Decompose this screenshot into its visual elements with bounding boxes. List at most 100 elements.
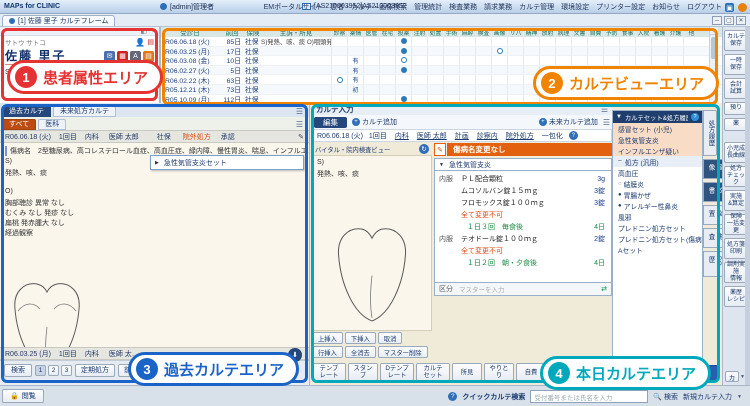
menu-item-環境設定[interactable]: 環境設定 <box>561 2 589 12</box>
info-link-計画[interactable]: 計画 <box>455 131 469 141</box>
medication-row[interactable]: １日２回 朝・夕食後4日 <box>439 257 607 269</box>
diagnosis-banner[interactable]: 傷病名変更なし <box>447 143 612 156</box>
past-entry-header[interactable]: R06.06.18 (火) 1回目 内科 医師 太郎 社保 院外処方 承認 ✎ <box>0 130 309 143</box>
menu-item-ログアウト[interactable]: ログアウト <box>687 2 722 12</box>
edit-button-行挿入[interactable]: 行挿入 <box>312 346 343 358</box>
menu-item-請求業務[interactable]: 請求業務 <box>484 2 512 12</box>
scrollbar-thumb[interactable] <box>711 37 717 59</box>
set-item-処方 (汎用)[interactable]: −処方 (汎用) <box>613 156 702 167</box>
medication-row[interactable]: 全て変更不可 <box>439 209 607 221</box>
page-button-3[interactable]: 3 <box>61 365 72 376</box>
help-circle-icon[interactable]: ? <box>569 131 578 140</box>
medication-row[interactable]: ムコソルバン錠１５ｍｇ3錠 <box>439 185 607 197</box>
add-karte-button[interactable]: + カルテ追加 <box>352 117 397 127</box>
help-icon[interactable] <box>738 3 747 12</box>
medication-row[interactable]: １日３回 毎食後4日 <box>439 221 607 233</box>
today-tabs-menu-icon[interactable]: ☰ <box>603 118 610 127</box>
new-karte-button[interactable]: 新規カルテ入力 <box>683 392 732 402</box>
today-title-menu-icon[interactable]: ☰ <box>601 105 608 114</box>
vtab-DO歴[interactable]: DO歴 <box>703 251 724 277</box>
edit-button-下挿入[interactable]: 下挿入 <box>345 332 376 344</box>
edit-patient-icon[interactable]: ✎ <box>150 27 156 35</box>
medication-list[interactable]: 内服ＰＬ配合顆粒3gムコソルバン錠１５ｍｇ3錠フロモックス錠１００ｍｇ3錠全て変… <box>434 171 612 283</box>
diagnosis-edit-icon[interactable]: ✎ <box>434 143 446 156</box>
medication-row[interactable]: 全て変更不可 <box>439 245 607 257</box>
set-item-高血圧[interactable]: 高血圧 <box>613 167 702 178</box>
edit-button-上挿入[interactable]: 上挿入 <box>312 332 343 344</box>
past-search-button[interactable]: 検索 <box>4 364 32 377</box>
set-dropdown[interactable]: ▼ 急性気管支炎 <box>434 158 612 171</box>
toolbar-button-テンプレート[interactable]: テンプ レート <box>312 363 346 381</box>
help-circle-icon[interactable]: ? <box>448 392 457 401</box>
set-item-プレドニン処方セット(傷病名あり)[interactable]: プレドニン処方セット(傷病名あり) <box>613 233 702 244</box>
info-link-医師 太郎[interactable]: 医師 太郎 <box>417 131 447 141</box>
menu-item-プリンター設定[interactable]: プリンター設定 <box>596 2 645 12</box>
narrow-col-処置: 処置 <box>427 27 443 37</box>
menu-item-患者・カルテ・画像検索[interactable]: 患者・カルテ・画像検索 <box>330 2 407 12</box>
maximize-button[interactable]: ▢ <box>724 16 734 25</box>
set-item-感冒セット (小児)[interactable]: 感冒セット (小児) <box>613 123 702 134</box>
set-item-インフルエンザ疑い[interactable]: インフルエンザ疑い <box>613 145 702 156</box>
patient-frame-tab[interactable]: [1] 佐藤 里子 カルテフレーム <box>2 15 115 26</box>
menu-item-カルテ管理[interactable]: カルテ管理 <box>519 2 554 12</box>
page-button-2[interactable]: 2 <box>48 365 59 376</box>
set-item-胃腸かぜ[interactable]: ●胃腸かぜ <box>613 189 702 200</box>
menu-item-EMポータルサイト[interactable]: EMポータルサイト <box>264 2 324 12</box>
medication-row[interactable]: 内服テオドール錠１００ｍｇ2錠 <box>439 233 607 245</box>
tab-future-karte[interactable]: 未来処方カルテ <box>53 106 116 117</box>
tab-past-karte[interactable]: 過去カルテ <box>2 106 51 117</box>
add-future-karte-button[interactable]: + 未来カルテ追加 <box>539 117 598 127</box>
past-tabs-menu-icon[interactable]: ☰ <box>296 107 303 116</box>
toolbar-button-所見[interactable]: 所見 <box>452 363 482 381</box>
rail-mini-button[interactable]: カ <box>725 371 739 382</box>
filter-tab-medical[interactable]: 医科 <box>38 119 66 130</box>
set-item-アレルギー性鼻炎[interactable]: ●アレルギー性鼻炎 <box>613 200 702 211</box>
menu-item-お知らせ[interactable]: お知らせ <box>652 2 680 12</box>
set-item-label: アレルギー性鼻炎 <box>624 201 678 211</box>
toolbar-button-やりとり[interactable]: やりとり <box>484 363 514 381</box>
master-input-placeholder[interactable]: マスターを入力 <box>459 284 505 294</box>
edit-button-マスター削除[interactable]: マスター削除 <box>378 346 428 358</box>
page-button-1[interactable]: 1 <box>35 365 46 376</box>
set-item-結膜炎[interactable]: ○結膜炎 <box>613 178 702 189</box>
toolbar-button-スタンプ[interactable]: スタンプ <box>348 363 378 381</box>
info-link-内科[interactable]: 内科 <box>395 131 409 141</box>
vtab-処方履歴[interactable]: 処方履歴 <box>703 110 717 156</box>
view-mode-tab[interactable]: 🔒 閲覧 <box>2 389 44 403</box>
set-item-Aセット[interactable]: Aセット <box>613 244 702 255</box>
toolbar-button-Dテンプレート[interactable]: Dテンプ レート <box>380 363 414 381</box>
entry-edit-icon[interactable]: ✎ <box>298 133 304 141</box>
chevron-down-icon[interactable]: ▼ <box>737 394 742 400</box>
close-button[interactable]: ✕ <box>736 16 746 25</box>
set-item-風邪[interactable]: 風邪 <box>613 211 702 222</box>
toolbar-button-カルテセット[interactable]: カルテ セット <box>416 363 450 381</box>
quick-search-input[interactable]: 受付番号または氏名を入力 <box>530 390 648 403</box>
set-item-プレドニン処方セット[interactable]: プレドニン処方セット <box>613 222 702 233</box>
search-button[interactable]: 🔍 検索 <box>653 392 678 402</box>
swap-icon[interactable]: ⇄ <box>601 285 607 293</box>
menu-item-管理統計[interactable]: 管理統計 <box>414 2 442 12</box>
past-toolbar-定期処方[interactable]: 定期処方 <box>75 364 115 377</box>
edit-button-取消[interactable]: 取消 <box>378 332 403 344</box>
info-link-診察内[interactable]: 診察内 <box>477 131 498 141</box>
panel-options-icon[interactable]: ◧ <box>141 27 148 35</box>
alert-list-icon[interactable]: ▤ <box>147 38 154 46</box>
filter-tab-all[interactable]: すべて <box>2 119 36 130</box>
help-circle-icon[interactable]: ? <box>691 113 699 121</box>
entry-dept: 内科 <box>85 349 99 359</box>
minimize-button[interactable]: ─ <box>712 16 722 25</box>
info-link-院外処方[interactable]: 院外処方 <box>506 131 534 141</box>
medication-row[interactable]: 内服ＰＬ配合顆粒3g <box>439 173 607 185</box>
filter-menu-icon[interactable]: ☰ <box>296 120 303 129</box>
menu-item-検査業務[interactable]: 検査業務 <box>449 2 477 12</box>
vital-view-body[interactable]: S)発熱、咳、痰 <box>312 155 432 331</box>
refresh-icon[interactable]: ↻ <box>419 144 429 154</box>
scroll-up-icon[interactable]: ▲ <box>710 27 718 35</box>
suggestion-popup[interactable]: ▶ 急性気管支炎セット <box>150 155 304 170</box>
edit-button-全消去[interactable]: 全消去 <box>345 346 376 358</box>
medication-row[interactable]: フロモックス錠１００ｍｇ3錠 <box>439 197 607 209</box>
keyboard-icon[interactable]: ▣ <box>725 3 734 12</box>
tab-edit[interactable]: 編集 <box>314 117 347 128</box>
past-entry-body[interactable]: 傷病名 2型糖尿病、高コレステロール血症、高血圧症、緑内障、慢性胃炎、喘息、イン… <box>0 143 309 347</box>
set-item-急性気管支炎[interactable]: 急性気管支炎 <box>613 134 702 145</box>
